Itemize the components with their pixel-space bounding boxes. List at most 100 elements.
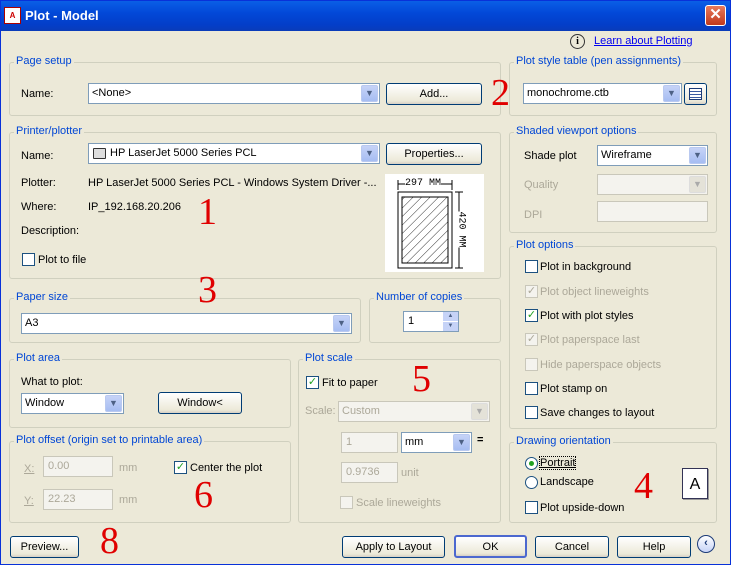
chevron-down-icon: ▼ <box>663 85 680 102</box>
plot-to-file-label[interactable]: Plot to file <box>38 254 86 266</box>
cancel-button[interactable]: Cancel <box>535 536 609 558</box>
help-button[interactable]: Help <box>617 536 691 558</box>
edit-plot-style-button[interactable] <box>684 83 707 105</box>
what-to-plot-value: Window <box>25 397 65 409</box>
landscape-radio[interactable] <box>525 476 538 489</box>
dpi-input[interactable] <box>597 201 708 222</box>
landscape-label[interactable]: Landscape <box>540 476 594 488</box>
plot-style-select[interactable]: monochrome.ctb ▼ <box>523 83 682 104</box>
fit-to-paper-checkbox[interactable]: ✓ <box>306 376 319 389</box>
plot-option-checkbox[interactable] <box>525 382 538 395</box>
scale-value: Custom <box>342 405 380 417</box>
shaded-viewport-title: Shaded viewport options <box>514 125 639 137</box>
plot-option-checkbox[interactable] <box>525 260 538 273</box>
portrait-label[interactable]: Portrait <box>538 456 577 470</box>
annotation-3: 3 <box>198 269 217 311</box>
info-icon: i <box>570 34 585 49</box>
offset-x-input[interactable]: 0.00 <box>43 456 113 477</box>
paper-height-label: 420 MM <box>455 211 467 248</box>
paper-width-label: 297 MM <box>405 178 442 189</box>
plot-option-label[interactable]: Hide paperspace objects <box>540 359 661 371</box>
add-page-setup-button[interactable]: Add... <box>386 83 482 105</box>
plot-option-label[interactable]: Plot paperspace last <box>540 334 640 346</box>
portrait-paper-icon: A <box>682 468 708 499</box>
chevron-down-icon: ▼ <box>361 145 378 162</box>
shade-plot-select[interactable]: Wireframe ▼ <box>597 145 708 166</box>
learn-about-plotting-link[interactable]: Learn about Plotting <box>594 35 692 47</box>
chevron-down-icon: ▼ <box>689 176 706 193</box>
scale-unit-select[interactable]: mm ▼ <box>401 432 472 453</box>
copies-title: Number of copies <box>374 291 465 303</box>
what-to-plot-label: What to plot: <box>21 376 83 388</box>
apply-to-layout-button[interactable]: Apply to Layout <box>342 536 445 558</box>
plot-option-label[interactable]: Save changes to layout <box>540 407 654 419</box>
more-options-button[interactable]: ‹ <box>697 535 715 553</box>
upside-down-label[interactable]: Plot upside-down <box>540 502 624 514</box>
scale-lineweights-checkbox[interactable] <box>340 496 353 509</box>
copies-up-button[interactable]: ▲ <box>443 312 458 321</box>
preview-button[interactable]: Preview... <box>10 536 79 558</box>
window-title: Plot - Model <box>25 8 99 23</box>
properties-button[interactable]: Properties... <box>386 143 482 165</box>
close-button[interactable]: ✕ <box>705 5 726 26</box>
radio-selected-dot <box>529 461 534 466</box>
copies-down-button[interactable]: ▼ <box>443 322 458 331</box>
chevron-down-icon: ▼ <box>333 315 350 332</box>
equals-sign: = <box>477 434 484 446</box>
scale-paper-input[interactable]: 1 <box>341 432 398 453</box>
upside-down-checkbox[interactable] <box>525 501 538 514</box>
printer-name-select[interactable]: HP LaserJet 5000 Series PCL ▼ <box>88 143 380 164</box>
center-plot-label[interactable]: Center the plot <box>190 462 262 474</box>
annotation-1: 1 <box>198 191 217 233</box>
portrait-radio[interactable] <box>525 457 538 470</box>
scale-drawing-input[interactable]: 0.9736 <box>341 462 398 483</box>
shade-plot-label: Shade plot <box>524 150 577 162</box>
plotter-label: Plotter: <box>21 177 56 189</box>
plot-scale-title: Plot scale <box>303 352 355 364</box>
plot-option-checkbox[interactable]: ✓ <box>525 309 538 322</box>
plot-option-label[interactable]: Plot with plot styles <box>540 310 634 322</box>
description-label: Description: <box>21 225 80 237</box>
plot-option-label[interactable]: Plot in background <box>540 261 631 273</box>
plot-option-checkbox[interactable] <box>525 358 538 371</box>
scale-unit-value: mm <box>405 436 424 448</box>
quality-select[interactable]: ▼ <box>597 174 708 195</box>
plot-to-file-checkbox[interactable] <box>22 253 35 266</box>
what-to-plot-select[interactable]: Window ▼ <box>21 393 124 414</box>
annotation-5: 5 <box>412 358 431 400</box>
title-bar[interactable]: A Plot - Model ✕ <box>1 1 730 31</box>
plot-options-title: Plot options <box>514 239 576 251</box>
offset-x-label: X: <box>24 463 35 475</box>
offset-x-unit: mm <box>119 462 138 474</box>
chevron-down-icon: ▼ <box>689 147 706 164</box>
paper-size-title: Paper size <box>14 291 70 303</box>
plot-option-label[interactable]: Plot object lineweights <box>540 286 649 298</box>
printer-name-value: HP LaserJet 5000 Series PCL <box>110 147 257 159</box>
quality-label: Quality <box>524 179 559 191</box>
annotation-8: 8 <box>100 520 119 562</box>
plot-offset-group: Plot offset (origin set to printable are… <box>9 434 291 523</box>
scale-select[interactable]: Custom ▼ <box>338 401 490 422</box>
page-setup-title: Page setup <box>14 55 74 67</box>
center-plot-checkbox[interactable]: ✓ <box>174 461 187 474</box>
annotation-4: 4 <box>634 465 653 507</box>
plot-option-label[interactable]: Plot stamp on <box>540 383 607 395</box>
chevron-down-icon: ▼ <box>471 403 488 420</box>
ok-button[interactable]: OK <box>454 535 527 558</box>
fit-to-paper-label[interactable]: Fit to paper <box>322 377 378 389</box>
dpi-label: DPI <box>524 209 543 221</box>
paper-size-select[interactable]: A3 ▼ <box>21 313 352 334</box>
plot-option-checkbox[interactable] <box>525 406 538 419</box>
printer-name-label: Name: <box>21 150 54 162</box>
offset-y-label: Y: <box>24 495 34 507</box>
offset-y-input[interactable]: 22.23 <box>43 489 113 510</box>
plot-option-checkbox[interactable]: ✓ <box>525 333 538 346</box>
page-setup-name-select[interactable]: <None> ▼ <box>88 83 380 104</box>
where-label: Where: <box>21 201 57 213</box>
plot-option-checkbox[interactable]: ✓ <box>525 285 538 298</box>
window-select-button[interactable]: Window< <box>158 392 242 414</box>
scale-lineweights-label[interactable]: Scale lineweights <box>356 497 441 509</box>
scale-drawing-unit: unit <box>401 467 419 479</box>
where-value: IP_192.168.20.206 <box>88 201 181 213</box>
annotation-6: 6 <box>194 474 213 516</box>
